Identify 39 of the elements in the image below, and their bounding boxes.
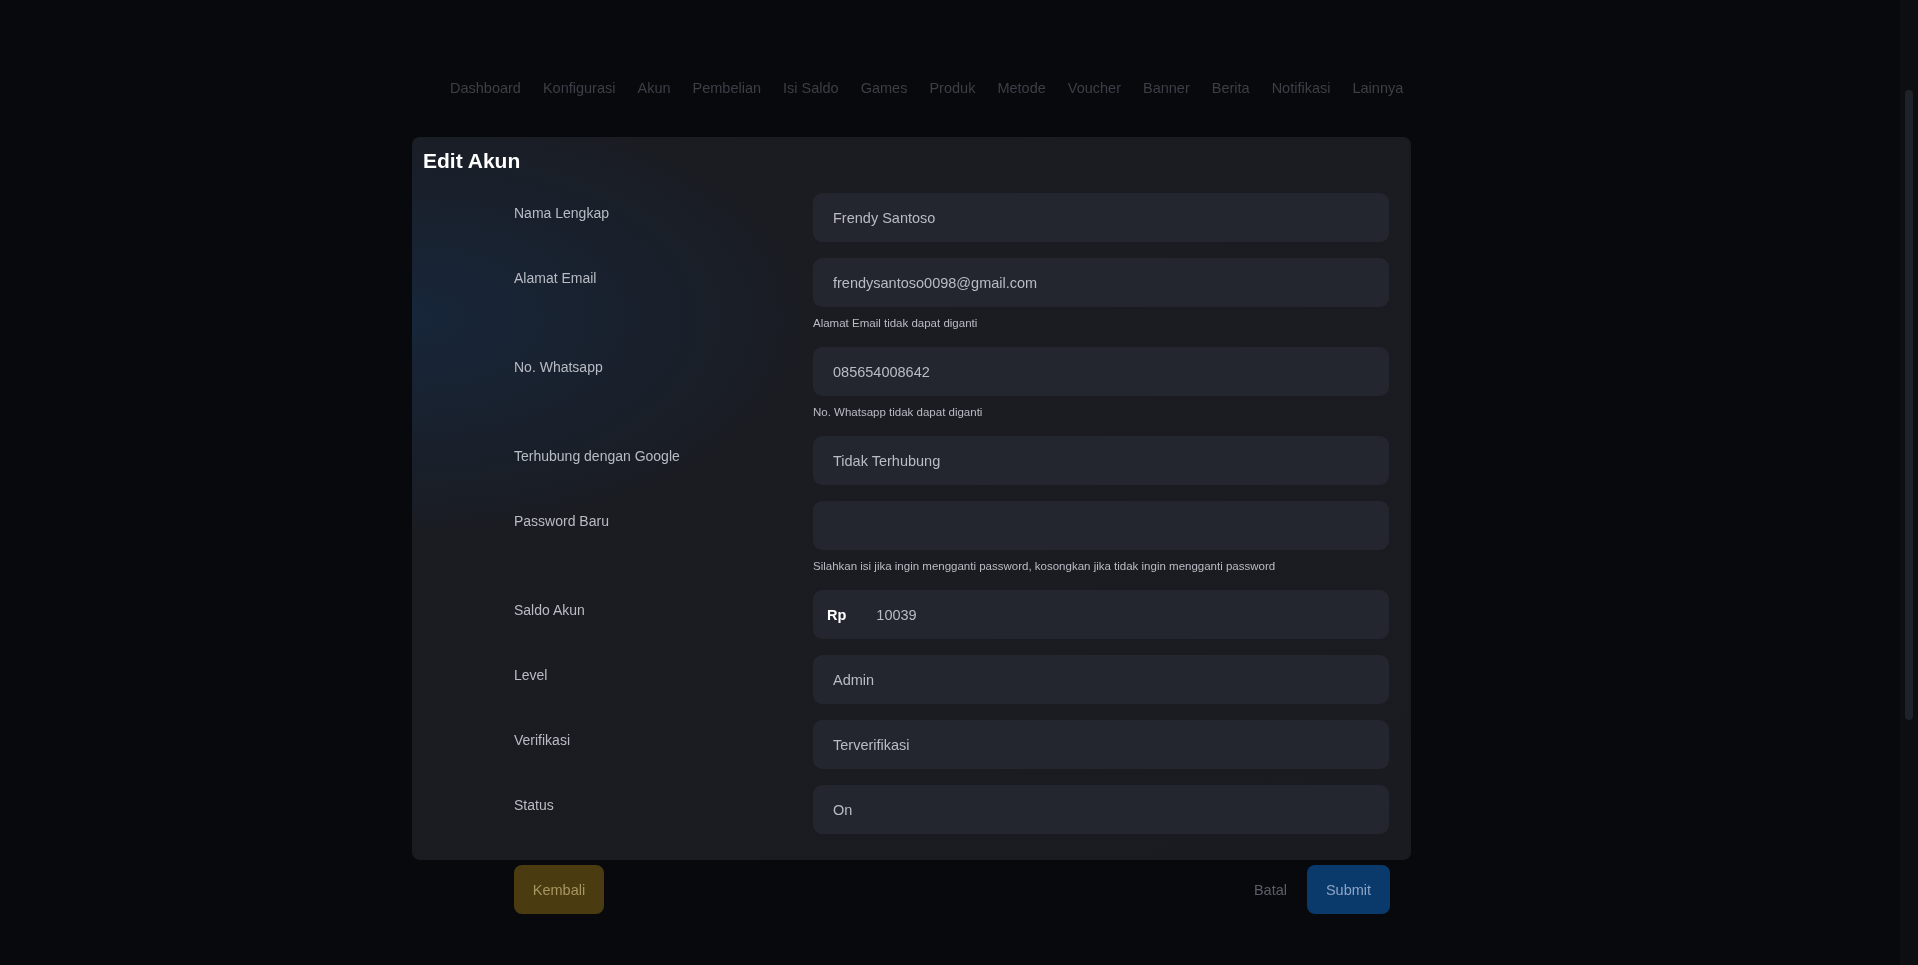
input-field[interactable]: On	[813, 785, 1389, 834]
input-field[interactable]: frendysantoso0098@gmail.com	[813, 258, 1389, 307]
input-field[interactable]: 085654008642	[813, 347, 1389, 396]
nav-link[interactable]: Voucher	[1067, 80, 1121, 137]
nav-link[interactable]: Banner	[1143, 80, 1190, 137]
scrollbar[interactable]	[1900, 0, 1918, 965]
input-field[interactable]: Frendy Santoso	[813, 193, 1389, 242]
field-label: Nama Lengkap	[514, 204, 610, 223]
back-button[interactable]: Kembali	[514, 865, 604, 914]
field-label: Verifikasi	[514, 731, 572, 750]
nav-link[interactable]: Notifikasi	[1271, 80, 1331, 137]
nav-link[interactable]: Akun	[637, 80, 671, 137]
submit-button[interactable]: Submit	[1307, 865, 1390, 914]
field-hint: Silahkan isi jika ingin mengganti password, kosongkan jika tidak ingin mengganti password	[813, 560, 1277, 572]
currency-prefix: Rp	[827, 606, 847, 623]
nav-link[interactable]: Lainnya	[1352, 80, 1404, 137]
cancel-button[interactable]: Batal	[1233, 865, 1307, 914]
field-hint: No. Whatsapp tidak dapat diganti	[813, 406, 984, 418]
nav-link[interactable]: Berita	[1211, 80, 1250, 137]
field-label: Level	[514, 666, 549, 685]
input-field[interactable]: Rp 10039	[813, 590, 1389, 639]
field-label: Saldo Akun	[514, 601, 586, 620]
nav-link[interactable]: Isi Saldo	[783, 80, 839, 137]
field-label: Terhubung dengan Google	[514, 447, 681, 466]
field-label: No. Whatsapp	[514, 358, 604, 377]
nav-link[interactable]: Metode	[997, 80, 1046, 137]
nav-link[interactable]: Pembelian	[692, 80, 762, 137]
nav-link[interactable]: Produk	[929, 80, 976, 137]
input-field[interactable]: Tidak Terhubung	[813, 436, 1389, 485]
field-label: Status	[514, 796, 555, 815]
field-hint: Alamat Email tidak dapat diganti	[813, 317, 979, 329]
field-label: Alamat Email	[514, 269, 598, 288]
input-field[interactable]: Terverifikasi	[813, 720, 1389, 769]
field-label: Password Baru	[514, 512, 610, 531]
nav-link[interactable]: Dashboard	[450, 80, 521, 137]
nav-link[interactable]: Konfigurasi	[542, 80, 616, 137]
page-title: Edit Akun	[423, 149, 522, 173]
nav-link[interactable]: Games	[860, 80, 908, 137]
input-field[interactable]: Admin	[813, 655, 1389, 704]
